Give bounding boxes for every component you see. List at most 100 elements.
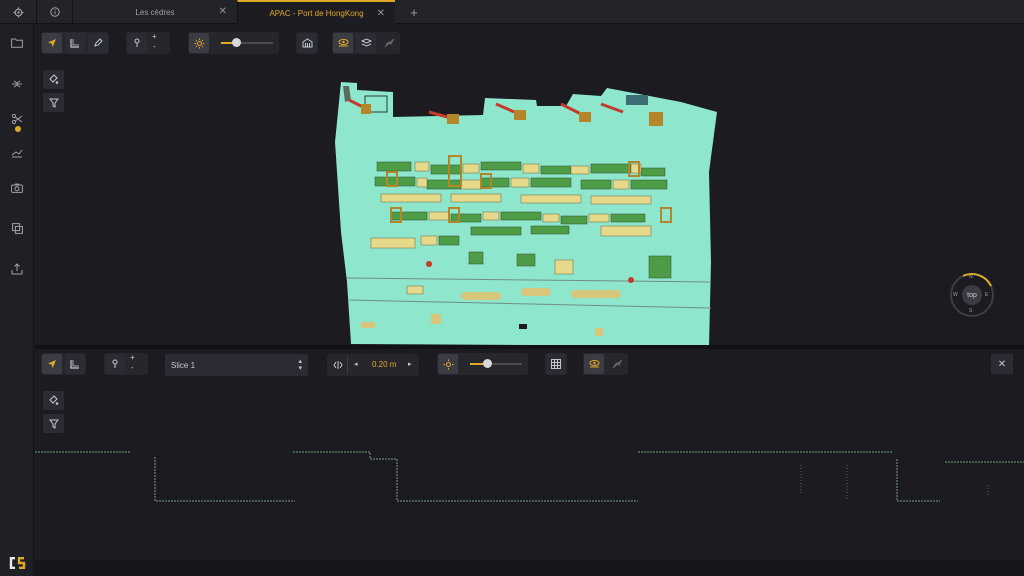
- compass-south-label: S: [969, 308, 973, 314]
- eye-off-icon: [612, 359, 622, 369]
- increase-point-size-button[interactable]: +: [152, 33, 157, 41]
- slice-point-size-button[interactable]: [105, 354, 125, 374]
- compass-north-label: N: [969, 274, 973, 280]
- slice-select-value: Slice 1: [171, 360, 196, 370]
- tab-label: Les cèdres: [135, 7, 175, 17]
- slice-panel: + - Slice 1 ▴ ▾ ◂ 0.20 m ▸ ✕: [35, 349, 1024, 560]
- tab-apac-port-de-hongkong[interactable]: APAC - Port de HongKong ✕: [237, 0, 395, 24]
- stack-icon: [360, 38, 372, 47]
- compass-west-label: W: [953, 292, 958, 298]
- navigation-tools: [41, 32, 109, 54]
- point-size-icon: [134, 38, 140, 47]
- gear-icon: [12, 6, 24, 18]
- chevron-updown-icon: ▴ ▾: [298, 358, 302, 372]
- ruler-angle-icon: [70, 39, 79, 48]
- info-icon: [49, 7, 60, 17]
- close-tab-icon[interactable]: ✕: [219, 6, 227, 17]
- hide-selection-button[interactable]: [379, 33, 399, 53]
- settings-button[interactable]: [0, 0, 36, 24]
- slice-filter-button[interactable]: [43, 414, 64, 433]
- camera-icon: [11, 183, 23, 193]
- slice-brightness-slider-handle[interactable]: [483, 359, 492, 368]
- compass-east-label: E: [985, 292, 989, 298]
- viewport-3d[interactable]: + - N E S W top: [35, 25, 1024, 346]
- snapshot-button[interactable]: [8, 179, 26, 197]
- slice-select-dropdown[interactable]: Slice 1 ▴ ▾: [165, 354, 308, 376]
- close-slice-panel-button[interactable]: ✕: [991, 354, 1013, 374]
- tab-bar: Les cèdres ✕ APAC - Port de HongKong ✕ +: [0, 0, 1024, 24]
- brightness-slider-handle[interactable]: [232, 38, 241, 47]
- paint-bucket-icon: [49, 395, 59, 405]
- slice-increase-point-size-button[interactable]: +: [130, 354, 135, 362]
- slice-brightness-button[interactable]: [438, 354, 458, 374]
- tab-les-cedres[interactable]: Les cèdres ✕: [72, 0, 237, 24]
- increase-thickness-button[interactable]: ▸: [408, 360, 412, 368]
- grid-toggle-group: [545, 353, 567, 375]
- decrease-thickness-button[interactable]: ◂: [354, 360, 358, 368]
- tab-label: APAC - Port de HongKong: [269, 8, 364, 18]
- measure-tool-button[interactable]: [65, 33, 85, 53]
- compass-top-view-button[interactable]: top: [962, 285, 982, 305]
- slice-brightness-control: [437, 353, 528, 375]
- select-tool-button[interactable]: [42, 33, 62, 53]
- left-sidebar: [0, 25, 34, 576]
- view-mode-group: [296, 32, 318, 54]
- duplicate-button[interactable]: [8, 219, 26, 237]
- thickness-icon: [333, 361, 343, 369]
- add-tab-button[interactable]: +: [396, 0, 432, 24]
- point-cloud-render[interactable]: [331, 82, 721, 346]
- brightness-button[interactable]: [189, 33, 209, 53]
- export-icon: [11, 263, 23, 275]
- view-compass[interactable]: N E S W top: [943, 266, 1001, 324]
- slice-thickness-control: ◂ 0.20 m ▸: [327, 354, 419, 376]
- filter-plane-icon: [12, 80, 22, 88]
- paint-bucket-icon: [49, 74, 59, 84]
- slice-navigation-tools: [41, 353, 86, 375]
- annotate-tool-button[interactable]: [88, 33, 108, 53]
- app-logo: [8, 555, 26, 575]
- active-indicator-dot: [15, 126, 21, 132]
- copy-icon: [11, 222, 23, 234]
- eye-off-icon: [384, 38, 394, 48]
- profile-tool-button[interactable]: [8, 143, 26, 161]
- sun-icon: [194, 38, 204, 48]
- pointer-arrow-icon: [48, 360, 56, 369]
- close-tab-icon[interactable]: ✕: [377, 8, 385, 19]
- point-size-button[interactable]: [127, 33, 147, 53]
- sun-icon: [443, 359, 453, 369]
- visibility-tools: [332, 32, 400, 54]
- folder-icon: [11, 38, 23, 48]
- building-icon: [302, 38, 312, 48]
- slice-measure-tool-button[interactable]: [65, 354, 85, 374]
- funnel-icon: [48, 98, 59, 108]
- slice-decrease-point-size-button[interactable]: -: [131, 364, 134, 372]
- thickness-value[interactable]: 0.20 m: [372, 360, 396, 369]
- eye-layers-icon: [338, 38, 348, 47]
- slice-profile-render[interactable]: [35, 445, 1024, 515]
- slice-color-mode-button[interactable]: [43, 391, 64, 410]
- classification-button[interactable]: [356, 33, 376, 53]
- decrease-point-size-button[interactable]: -: [153, 43, 156, 51]
- layers-chart-icon: [11, 149, 23, 158]
- eye-layers-icon: [589, 359, 599, 368]
- slice-select-tool-button[interactable]: [42, 354, 62, 374]
- open-project-button[interactable]: [8, 34, 26, 52]
- toggle-visibility-button[interactable]: [333, 33, 353, 53]
- elevation-view-button[interactable]: [297, 33, 317, 53]
- funnel-icon: [48, 419, 59, 429]
- status-bar: [35, 560, 1024, 576]
- color-mode-button[interactable]: [43, 70, 64, 89]
- point-size-icon: [112, 359, 118, 368]
- filter-button[interactable]: [43, 93, 64, 112]
- thickness-divider: [347, 356, 348, 374]
- brightness-control: [188, 32, 279, 54]
- pen-icon: [94, 38, 103, 47]
- slice-hide-selection-button[interactable]: [607, 354, 627, 374]
- grid-toggle-button[interactable]: [546, 354, 566, 374]
- clipping-plane-button[interactable]: [8, 75, 26, 93]
- slice-point-size-tools: + -: [104, 353, 148, 375]
- ruler-angle-icon: [70, 360, 79, 369]
- info-button[interactable]: [36, 0, 72, 24]
- export-button[interactable]: [8, 260, 26, 278]
- slice-toggle-visibility-button[interactable]: [584, 354, 604, 374]
